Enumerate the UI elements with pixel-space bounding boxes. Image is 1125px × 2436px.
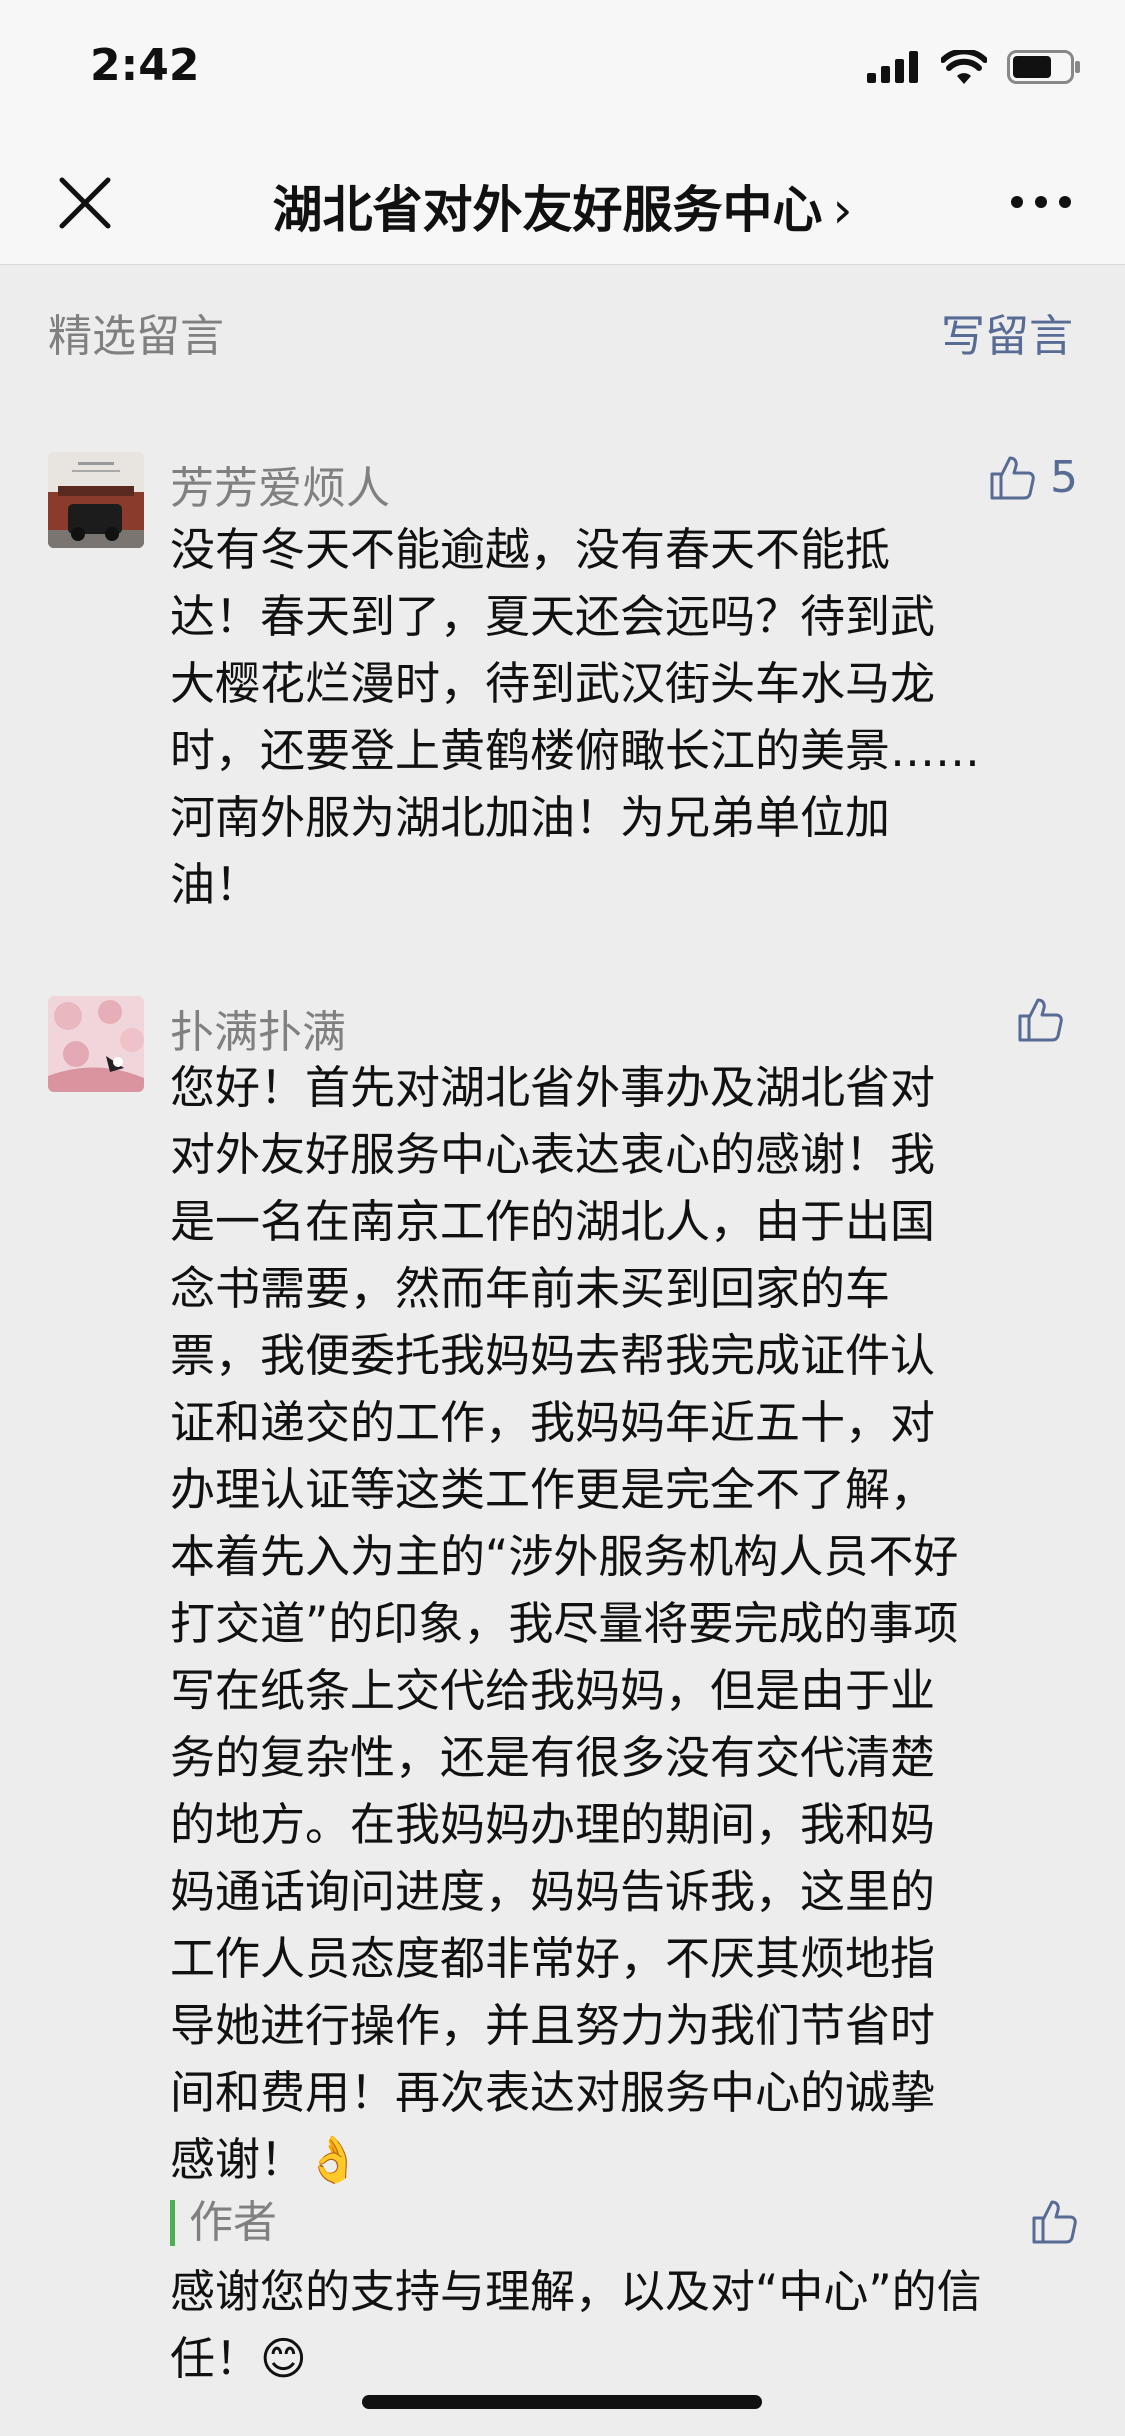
comment-author: 芳芳爱烦人 <box>170 463 390 514</box>
nav-bar: 湖北省对外友好服务中心 › <box>0 140 1125 265</box>
comment-line: 念书需要，然而年前未买到回家的车 <box>170 1262 891 1315</box>
chevron-right-icon: › <box>832 181 853 239</box>
featured-comments-label: 精选留言 <box>48 311 224 362</box>
comment-line: 是一名在南京工作的湖北人，由于出国 <box>170 1195 936 1248</box>
comment-line: 票，我便委托我妈妈去帮我完成证件认 <box>170 1329 936 1382</box>
write-comment-link[interactable]: 写留言 <box>941 300 1073 364</box>
comment-line: 的地方。在我妈妈办理的期间，我和妈 <box>170 1798 936 1851</box>
comment-line: 打交道”的印象，我尽量将要完成的事项 <box>170 1597 959 1650</box>
thumbs-up-icon <box>1018 998 1063 1042</box>
comment-item: 芳芳爱烦人 5 没有冬天不能逾越，没有春天不能抵 达！春天到了，夏天还会远吗？待… <box>48 452 1078 911</box>
status-bar: 2:42 <box>0 0 1125 140</box>
more-options-icon[interactable] <box>1009 182 1073 222</box>
reply-author: 作者 <box>170 2200 277 2246</box>
comment-item: 扑满扑满 您好！首先对湖北省外事办及湖北省对 对外友好服务中心表达衷心的感谢！我… <box>48 996 1078 2385</box>
comment-line: 本着先入为主的“涉外服务机构人员不好 <box>170 1530 959 1583</box>
cellular-signal-icon <box>867 51 918 83</box>
reply-text: 感谢您的支持与理解，以及对“中心”的信 任！😊 <box>170 2258 1120 2392</box>
like-button[interactable]: 5 <box>988 452 1078 503</box>
thumbs-up-icon <box>990 456 1035 499</box>
comment-line: 大樱花烂漫时，待到武汉街头车水马龙 <box>170 657 936 710</box>
status-icons <box>867 50 1081 84</box>
comment-line: 写在纸条上交代给我妈妈，但是由于业 <box>170 1664 936 1717</box>
avatar[interactable] <box>48 452 144 548</box>
comment-line: 导她进行操作，并且努力为我们节省时 <box>170 1999 936 2052</box>
comment-line: 工作人员态度都非常好，不厌其烦地指 <box>170 1932 936 1985</box>
status-time: 2:42 <box>90 40 200 91</box>
account-title[interactable]: 湖北省对外友好服务中心 › <box>0 170 1125 242</box>
comment-line: 间和费用！再次表达对服务中心的诚挚 <box>170 2066 936 2119</box>
comment-line: 证和递交的工作，我妈妈年近五十，对 <box>170 1396 936 1449</box>
comment-text: 没有冬天不能逾越，没有春天不能抵 达！春天到了，夏天还会远吗？待到武 大樱花烂漫… <box>170 516 1120 918</box>
like-count: 5 <box>1050 452 1078 503</box>
battery-icon <box>1007 50 1080 84</box>
thumbs-up-icon <box>1032 2200 1077 2244</box>
comment-line: 油！ <box>170 858 261 911</box>
wifi-icon <box>941 50 987 84</box>
comment-line: 务的复杂性，还是有很多没有交代清楚 <box>170 1731 936 1784</box>
reply-like-button[interactable] <box>1030 2198 1078 2246</box>
avatar[interactable] <box>48 996 144 1092</box>
account-name: 湖北省对外友好服务中心 <box>272 181 823 239</box>
comment-line: 感谢！👌 <box>170 2133 362 2186</box>
reply-line: 任！😊 <box>170 2332 307 2385</box>
comment-line: 对外友好服务中心表达衷心的感谢！我 <box>170 1128 936 1181</box>
home-indicator <box>362 2395 762 2409</box>
comment-line: 达！春天到了，夏天还会远吗？待到武 <box>170 590 936 643</box>
comment-line: 河南外服为湖北加油！为兄弟单位加 <box>170 791 891 844</box>
comment-line: 您好！首先对湖北省外事办及湖北省对 <box>170 1061 936 1114</box>
comment-line: 办理认证等这类工作更是完全不了解， <box>170 1463 936 1516</box>
reply-line: 感谢您的支持与理解，以及对“中心”的信 <box>170 2265 982 2318</box>
comment-line: 时，还要登上黄鹤楼俯瞰长江的美景…… <box>170 724 981 777</box>
like-button[interactable] <box>1016 996 1078 1044</box>
comment-text: 您好！首先对湖北省外事办及湖北省对 对外友好服务中心表达衷心的感谢！我 是一名在… <box>170 1054 1120 2193</box>
comment-author: 扑满扑满 <box>170 1007 346 1058</box>
comment-line: 没有冬天不能逾越，没有春天不能抵 <box>170 523 891 576</box>
comment-line: 妈通话询问进度，妈妈告诉我，这里的 <box>170 1865 936 1918</box>
